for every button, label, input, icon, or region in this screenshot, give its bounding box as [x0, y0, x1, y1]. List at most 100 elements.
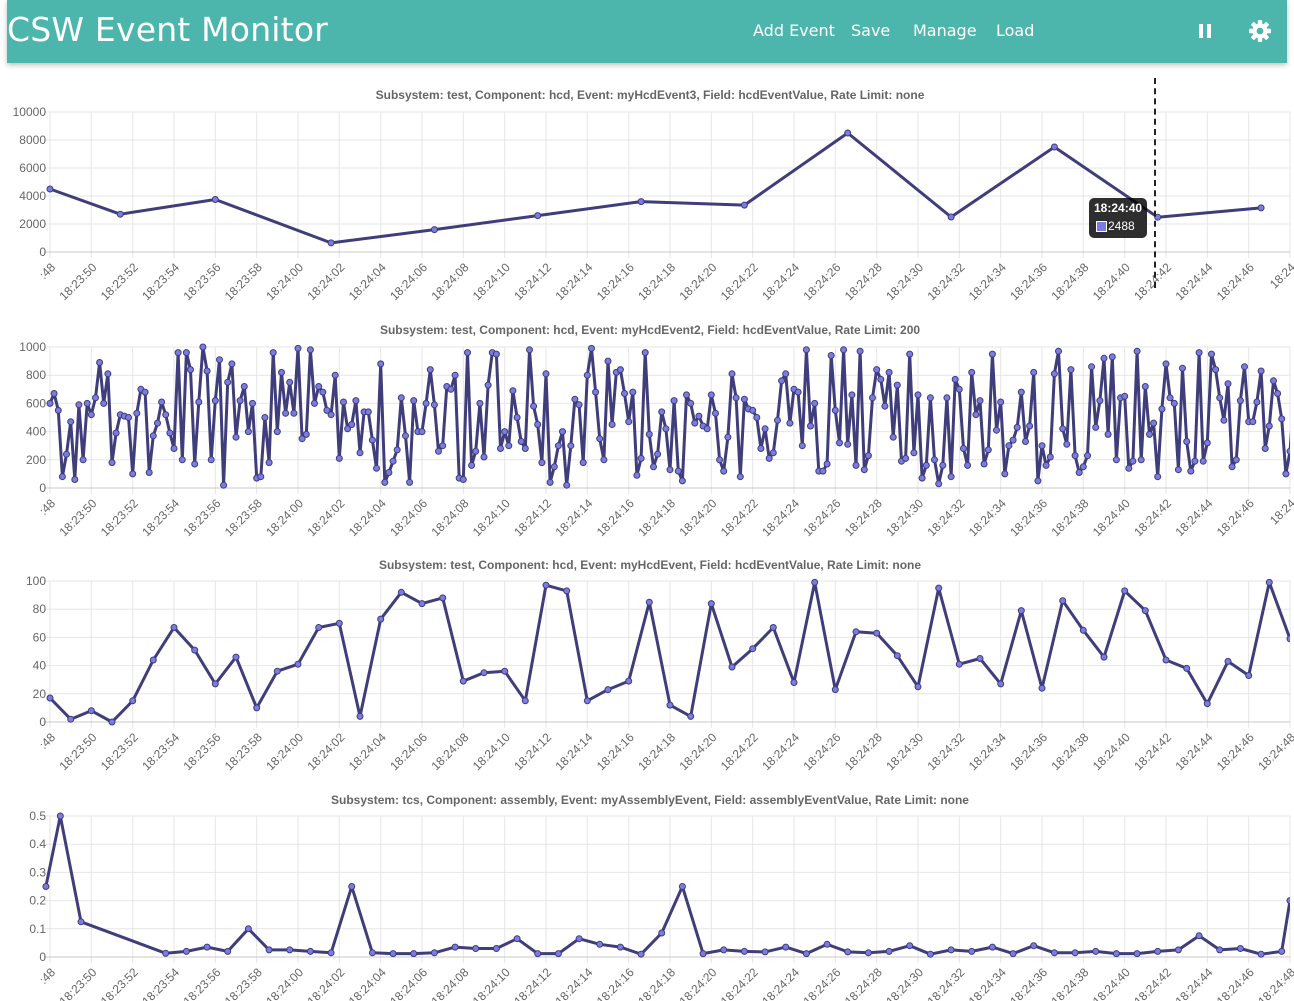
data-point[interactable]	[1286, 897, 1293, 905]
data-point[interactable]	[976, 655, 984, 662]
data-point[interactable]	[538, 459, 546, 467]
data-point[interactable]	[1104, 430, 1112, 438]
data-point[interactable]	[836, 439, 843, 447]
data-point[interactable]	[592, 388, 600, 396]
data-point[interactable]	[501, 428, 509, 436]
data-point[interactable]	[678, 883, 686, 890]
data-point[interactable]	[1075, 469, 1083, 476]
data-point[interactable]	[1092, 423, 1100, 431]
data-point[interactable]	[550, 463, 558, 471]
data-point[interactable]	[377, 615, 385, 623]
data-point[interactable]	[418, 428, 426, 436]
data-point[interactable]	[294, 344, 302, 352]
data-point[interactable]	[873, 629, 881, 637]
data-point[interactable]	[625, 677, 633, 685]
data-point[interactable]	[1195, 349, 1203, 357]
data-point[interactable]	[92, 394, 99, 402]
data-point[interactable]	[402, 432, 409, 440]
data-point[interactable]	[1108, 353, 1116, 361]
data-point[interactable]	[439, 594, 447, 602]
data-point[interactable]	[811, 399, 819, 407]
data-point[interactable]	[1096, 397, 1104, 405]
data-point[interactable]	[178, 456, 186, 464]
data-point[interactable]	[224, 378, 232, 386]
data-point[interactable]	[100, 399, 108, 407]
data-point[interactable]	[1183, 664, 1191, 672]
data-point[interactable]	[480, 669, 488, 677]
data-point[interactable]	[637, 950, 645, 958]
data-point[interactable]	[823, 460, 831, 468]
data-point[interactable]	[501, 667, 509, 675]
data-point[interactable]	[728, 370, 736, 378]
data-point[interactable]	[182, 947, 190, 955]
data-point[interactable]	[174, 349, 182, 357]
data-point[interactable]	[798, 442, 806, 450]
data-point[interactable]	[802, 346, 810, 354]
data-point[interactable]	[203, 367, 211, 375]
data-point[interactable]	[629, 388, 637, 396]
data-point[interactable]	[1162, 360, 1170, 368]
data-point[interactable]	[166, 429, 174, 437]
data-point[interactable]	[311, 399, 318, 407]
data-point[interactable]	[459, 476, 467, 483]
data-point[interactable]	[224, 947, 232, 955]
data-point[interactable]	[939, 461, 947, 469]
data-point[interactable]	[1133, 950, 1141, 958]
data-point[interactable]	[1249, 418, 1257, 426]
data-point[interactable]	[947, 213, 955, 221]
data-point[interactable]	[1079, 626, 1087, 634]
data-point[interactable]	[1005, 442, 1013, 450]
data-point[interactable]	[302, 430, 310, 438]
data-point[interactable]	[129, 697, 137, 705]
data-point[interactable]	[575, 401, 583, 409]
data-point[interactable]	[1009, 950, 1017, 958]
data-point[interactable]	[1174, 466, 1182, 474]
data-point[interactable]	[1257, 204, 1265, 212]
data-point[interactable]	[575, 935, 583, 943]
data-point[interactable]	[997, 398, 1005, 406]
data-point[interactable]	[1199, 457, 1207, 465]
data-point[interactable]	[873, 366, 881, 374]
data-point[interactable]	[1257, 950, 1265, 958]
data-point[interactable]	[955, 660, 963, 668]
data-point[interactable]	[327, 239, 335, 247]
data-point[interactable]	[71, 476, 79, 483]
data-point[interactable]	[922, 461, 930, 469]
data-point[interactable]	[141, 388, 149, 396]
data-point[interactable]	[1067, 366, 1075, 374]
data-point[interactable]	[1286, 447, 1293, 455]
data-point[interactable]	[1220, 416, 1228, 424]
data-point[interactable]	[158, 398, 166, 406]
data-point[interactable]	[1079, 463, 1087, 471]
data-point[interactable]	[430, 226, 438, 234]
data-point[interactable]	[765, 454, 773, 462]
data-point[interactable]	[670, 397, 678, 405]
data-point[interactable]	[993, 426, 1000, 434]
data-point[interactable]	[1253, 398, 1261, 406]
data-point[interactable]	[240, 383, 248, 390]
data-point[interactable]	[943, 394, 951, 402]
data-point[interactable]	[418, 600, 426, 608]
data-point[interactable]	[108, 459, 116, 467]
data-point[interactable]	[149, 432, 157, 440]
data-point[interactable]	[335, 619, 343, 627]
data-point[interactable]	[906, 350, 914, 358]
data-point[interactable]	[145, 469, 153, 476]
data-point[interactable]	[244, 925, 252, 933]
data-point[interactable]	[1236, 945, 1244, 952]
data-point[interactable]	[691, 419, 699, 427]
data-point[interactable]	[844, 948, 852, 956]
data-point[interactable]	[782, 370, 790, 378]
data-point[interactable]	[46, 185, 54, 193]
data-point[interactable]	[58, 473, 66, 481]
data-point[interactable]	[244, 428, 252, 436]
data-point[interactable]	[261, 414, 269, 421]
data-point[interactable]	[1063, 440, 1071, 448]
data-point[interactable]	[290, 409, 298, 417]
data-point[interactable]	[377, 360, 385, 368]
data-point[interactable]	[807, 422, 814, 430]
data-point[interactable]	[327, 949, 335, 957]
data-point[interactable]	[976, 397, 984, 405]
data-point[interactable]	[674, 467, 682, 475]
data-point[interactable]	[819, 467, 827, 475]
